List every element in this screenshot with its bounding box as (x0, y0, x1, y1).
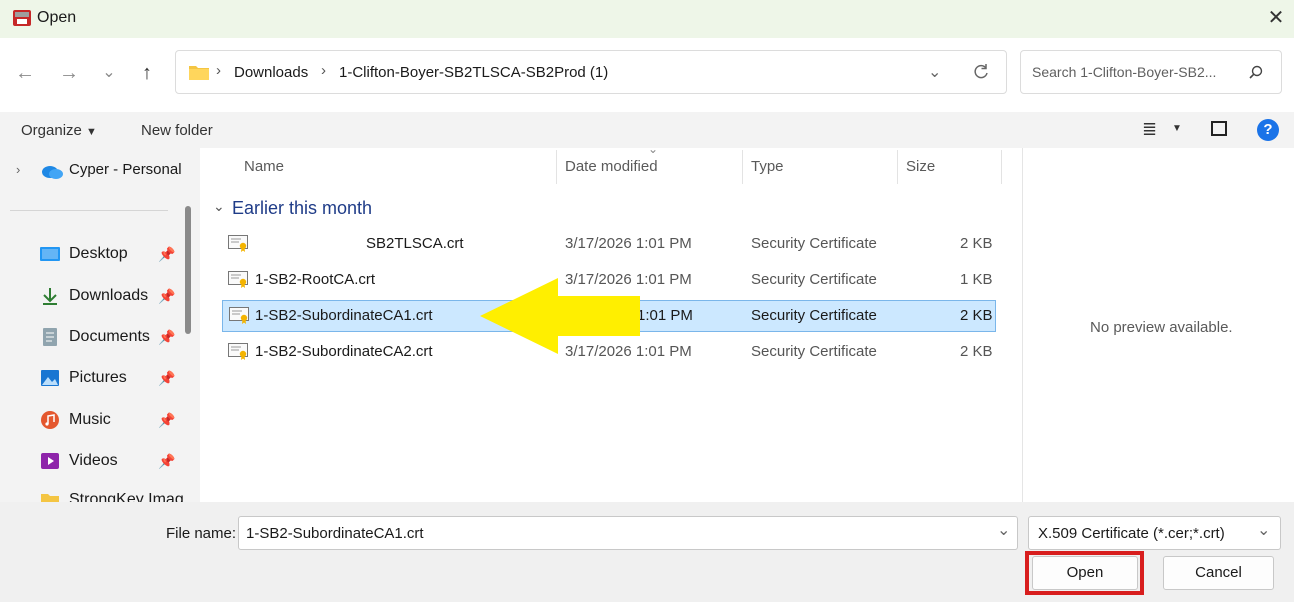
navigation-pane: › Cyper - Personal Desktop 📌 Downloads 📌… (0, 148, 200, 502)
file-size: 2 KB (960, 307, 993, 324)
search-icon[interactable] (1249, 65, 1263, 79)
title-bar (0, 0, 1294, 38)
breadcrumb-separator: › (321, 62, 326, 79)
folder-icon (189, 66, 209, 80)
sort-chevron-icon: ⌄ (648, 142, 659, 156)
window-title: Open (37, 9, 77, 26)
group-heading[interactable]: Earlier this month (232, 198, 372, 219)
column-header-name[interactable]: Name (244, 158, 284, 180)
file-name: 1-SB2-SubordinateCA2.crt (255, 343, 433, 360)
chevron-right-icon[interactable]: › (16, 162, 20, 177)
file-name-field[interactable]: 1-SB2-SubordinateCA1.crt ⌄ (238, 516, 1018, 550)
file-name: 1-SB2-SubordinateCA1.crt (255, 307, 433, 324)
file-type-value: X.509 Certificate (*.cer;*.crt) (1038, 525, 1225, 542)
file-name: SB2TLSCA.crt (366, 235, 464, 252)
file-type: Security Certificate (751, 307, 877, 324)
desktop-icon (40, 247, 60, 261)
collapse-chevron-icon[interactable]: ⌄ (213, 198, 225, 215)
breadcrumb-current-folder[interactable]: 1-Clifton-Boyer-SB2TLSCA-SB2Prod (1) (339, 64, 608, 81)
certificate-icon (228, 271, 248, 288)
download-icon (43, 288, 57, 305)
file-row[interactable]: SB2TLSCA.crt 3/17/2026 1:01 PM Security … (222, 228, 996, 260)
column-divider[interactable] (1001, 150, 1002, 184)
breadcrumb-downloads[interactable]: Downloads (234, 64, 308, 81)
column-header-date[interactable]: Date modified (565, 158, 658, 180)
file-name-label: File name: (166, 525, 237, 542)
search-input[interactable]: Search 1-Clifton-Boyer-SB2... (1032, 64, 1216, 80)
file-type: Security Certificate (751, 235, 877, 252)
file-type: Security Certificate (751, 343, 877, 360)
pin-icon[interactable]: 📌 (158, 408, 175, 432)
command-bar: Organize ▼ New folder ≣ ▼ ? (0, 112, 1294, 148)
sidebar-item-label: Pictures (69, 369, 127, 386)
file-date: 1:01 PM (637, 307, 693, 324)
pictures-icon (41, 370, 59, 386)
divider (10, 210, 168, 211)
up-button[interactable]: ↑ (134, 58, 160, 88)
chevron-down-icon[interactable]: ⌄ (1257, 520, 1270, 540)
organize-button[interactable]: Organize ▼ (21, 122, 97, 139)
file-size: 1 KB (960, 271, 993, 288)
recent-locations-button[interactable]: ⌄ (96, 58, 122, 88)
open-button[interactable]: Open (1032, 556, 1138, 590)
sidebar-item-label: Videos (69, 452, 118, 469)
file-type: Security Certificate (751, 271, 877, 288)
column-header-size[interactable]: Size (906, 158, 935, 180)
pin-icon[interactable]: 📌 (158, 242, 175, 266)
app-icon (13, 10, 31, 26)
view-dropdown-icon[interactable]: ▼ (1172, 123, 1182, 134)
file-name: 1-SB2-RootCA.crt (255, 271, 376, 288)
column-divider[interactable] (556, 150, 557, 184)
file-date: 3/17/2026 1:01 PM (565, 235, 692, 252)
music-icon (41, 411, 59, 429)
file-size: 2 KB (960, 235, 993, 252)
preview-pane: No preview available. (1022, 148, 1294, 502)
videos-icon (41, 453, 59, 469)
file-size: 2 KB (960, 343, 993, 360)
preview-message: No preview available. (1090, 319, 1233, 336)
documents-icon (43, 328, 57, 346)
search-box[interactable]: Search 1-Clifton-Boyer-SB2... (1020, 50, 1282, 94)
close-icon[interactable]: ✕ (1262, 4, 1290, 32)
view-options-icon[interactable]: ≣ (1142, 119, 1157, 140)
address-dropdown-icon[interactable]: ⌄ (928, 62, 941, 82)
certificate-icon (228, 235, 248, 252)
organize-label: Organize (21, 122, 82, 139)
file-name-input[interactable]: 1-SB2-SubordinateCA1.crt (246, 525, 424, 542)
forward-button[interactable]: → (56, 58, 82, 88)
help-icon[interactable]: ? (1257, 119, 1279, 141)
sidebar-item-label: Music (69, 411, 111, 428)
refresh-icon[interactable] (972, 63, 990, 81)
scrollbar-thumb[interactable] (185, 206, 191, 334)
onedrive-icon (42, 166, 63, 179)
file-type-select[interactable]: X.509 Certificate (*.cer;*.crt) ⌄ (1028, 516, 1281, 550)
folder-icon (41, 494, 59, 502)
caret-down-icon: ▼ (86, 126, 97, 138)
column-divider[interactable] (897, 150, 898, 184)
column-header-type[interactable]: Type (751, 158, 784, 180)
chevron-down-icon[interactable]: ⌄ (997, 520, 1010, 540)
certificate-icon (228, 343, 248, 360)
cancel-button[interactable]: Cancel (1163, 556, 1274, 590)
preview-pane-icon[interactable] (1211, 121, 1227, 136)
sidebar-item-onedrive[interactable]: Cyper - Personal (69, 161, 182, 178)
pin-icon[interactable]: 📌 (158, 325, 175, 349)
sidebar-item-label: Documents (69, 328, 150, 345)
pin-icon[interactable]: 📌 (158, 366, 175, 390)
annotation-arrow (480, 278, 640, 354)
column-divider[interactable] (742, 150, 743, 184)
pin-icon[interactable]: 📌 (158, 449, 175, 473)
sidebar-item-label: Downloads (69, 287, 149, 304)
back-button[interactable]: ← (12, 58, 38, 88)
certificate-icon (229, 307, 249, 324)
sidebar-item-label: Desktop (69, 245, 128, 262)
address-bar[interactable]: › Downloads › 1-Clifton-Boyer-SB2TLSCA-S… (175, 50, 1007, 94)
breadcrumb-separator: › (216, 62, 221, 79)
pin-icon[interactable]: 📌 (158, 284, 175, 308)
sidebar-item-label: StrongKey Imag (69, 491, 184, 502)
new-folder-button[interactable]: New folder (141, 122, 213, 139)
